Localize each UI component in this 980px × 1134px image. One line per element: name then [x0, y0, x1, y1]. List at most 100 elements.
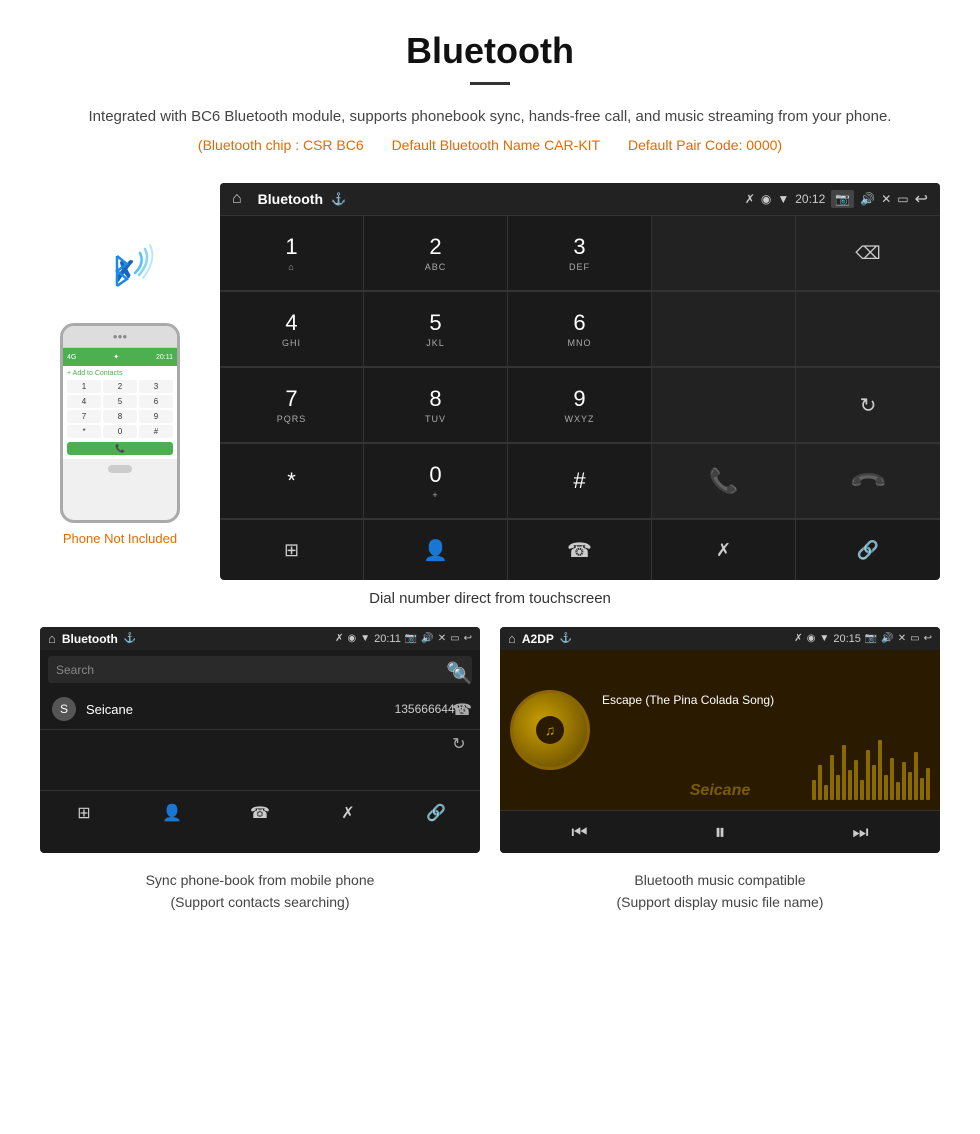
pb-usb-icon: ⚓	[124, 633, 136, 644]
dialpad-grid-icon[interactable]: ⊞	[220, 520, 364, 580]
eq-bar-15	[896, 782, 900, 800]
dial-key-9[interactable]: 9WXYZ	[508, 368, 652, 443]
pb-camera-icon[interactable]: 📷	[405, 633, 417, 644]
music-wifi-icon: ▼	[819, 633, 829, 644]
pb-btn-contacts[interactable]: 👤	[128, 799, 216, 827]
pb-btn-bluetooth[interactable]: ✗	[304, 799, 392, 827]
eq-bar-8	[854, 760, 858, 800]
eq-bar-12	[878, 740, 882, 800]
pb-sidebar-refresh-icon[interactable]: ↻	[452, 734, 472, 754]
dialpad-phone-icon[interactable]: ☎	[508, 520, 652, 580]
eq-bar-10	[866, 750, 870, 800]
eq-bar-19	[920, 778, 924, 800]
music-location-icon: ◉	[807, 633, 816, 644]
home-icon[interactable]: ⌂	[232, 190, 242, 208]
pb-x-icon[interactable]: ✕	[438, 633, 446, 644]
music-album-inner: ♫	[536, 716, 564, 744]
phone-aside: ✗ ●●● 4G✦20:11 + Add to Contacts	[40, 183, 200, 546]
specs-line: (Bluetooth chip : CSR BC6 Default Blueto…	[40, 137, 940, 153]
phone-status-bar: 4G✦20:11	[63, 348, 177, 366]
phone-key-3: 3	[139, 380, 173, 393]
phone-key-5: 5	[103, 395, 137, 408]
dial-refresh[interactable]: ↻	[796, 368, 940, 443]
eq-bar-18	[914, 752, 918, 800]
dialpad-link-icon[interactable]: 🔗	[796, 520, 940, 580]
dialpad-bluetooth-icon[interactable]: ✗	[652, 520, 796, 580]
volume-icon[interactable]: 🔊	[860, 192, 875, 206]
pb-home-icon[interactable]: ⌂	[48, 631, 56, 646]
phone-home-button	[108, 465, 132, 473]
camera-icon[interactable]: 📷	[831, 190, 854, 208]
phone-key-4: 4	[67, 395, 101, 408]
pb-vol-icon[interactable]: 🔊	[421, 633, 433, 644]
dialpad-grid: 1⌂ 2ABC 3DEF ⌫ 4GHI 5JKL 6MNO 7PQRS	[220, 216, 940, 580]
statusbar-left: ⌂ Bluetooth ⚓	[232, 190, 346, 208]
pb-btn-link[interactable]: 🔗	[392, 799, 480, 827]
phone-top-bar: ●●●	[63, 326, 177, 348]
music-camera-icon[interactable]: 📷	[865, 633, 877, 644]
bluetooth-status-icon: ✗	[745, 192, 755, 206]
split-icon[interactable]: ▭	[897, 192, 908, 206]
dial-key-2[interactable]: 2ABC	[364, 216, 508, 291]
dial-key-hash[interactable]: #	[508, 444, 652, 519]
pb-sidebar-phone-icon[interactable]: ☎	[452, 700, 472, 720]
page-description: Integrated with BC6 Bluetooth module, su…	[40, 105, 940, 129]
caption-phonebook: Sync phone-book from mobile phone (Suppo…	[40, 869, 480, 914]
dial-key-1[interactable]: 1⌂	[220, 216, 364, 291]
pb-btn-grid[interactable]: ⊞	[40, 799, 128, 827]
pb-search-bar[interactable]: Search 🔍	[48, 656, 472, 683]
phone-key-0: 0	[103, 425, 137, 438]
dialpad-contacts-icon[interactable]: 👤	[364, 520, 508, 580]
dial-key-7[interactable]: 7PQRS	[220, 368, 364, 443]
music-statusbar: ⌂ A2DP ⚓ ✗ ◉ ▼ 20:15 📷 🔊 ✕ ▭ ↩	[500, 627, 940, 650]
eq-bar-9	[860, 780, 864, 800]
pb-back-icon[interactable]: ↩	[464, 633, 472, 644]
dial-key-4[interactable]: 4GHI	[220, 292, 364, 367]
phone-key-7: 7	[67, 410, 101, 423]
pb-sidebar-search-icon[interactable]: 🔍	[452, 666, 472, 686]
pb-btn-phone[interactable]: ☎	[216, 799, 304, 827]
eq-bar-20	[926, 768, 930, 800]
music-rect-icon[interactable]: ▭	[910, 633, 919, 644]
pb-contact-row[interactable]: S Seicane 13566664466	[40, 689, 480, 730]
dial-key-8[interactable]: 8TUV	[364, 368, 508, 443]
eq-bar-2	[818, 765, 822, 800]
pb-rect-icon[interactable]: ▭	[450, 633, 459, 644]
title-divider	[470, 82, 510, 85]
music-vol-icon[interactable]: 🔊	[881, 633, 893, 644]
music-x-icon[interactable]: ✕	[898, 633, 906, 644]
music-equalizer	[812, 740, 930, 800]
dial-key-6[interactable]: 6MNO	[508, 292, 652, 367]
music-controls: ⏮ ⏸ ⏭	[500, 810, 940, 853]
dial-key-3[interactable]: 3DEF	[508, 216, 652, 291]
eq-bar-14	[890, 758, 894, 800]
dial-key-star[interactable]: *	[220, 444, 364, 519]
dial-key-5[interactable]: 5JKL	[364, 292, 508, 367]
dial-empty-4	[652, 368, 796, 443]
phone-mockup: ●●● 4G✦20:11 + Add to Contacts 1 2 3 4 5…	[60, 323, 180, 523]
phone-screen-content: + Add to Contacts 1 2 3 4 5 6 7 8 9 * 0 …	[63, 366, 177, 459]
dial-call-green[interactable]: 📞	[652, 444, 796, 519]
caption-music-line2: (Support display music file name)	[617, 894, 824, 910]
music-home-icon[interactable]: ⌂	[508, 631, 516, 646]
dial-backspace[interactable]: ⌫	[796, 216, 940, 291]
caption-phonebook-line1: Sync phone-book from mobile phone	[146, 872, 375, 888]
music-time: 20:15	[833, 633, 861, 645]
phone-key-6: 6	[139, 395, 173, 408]
dial-call-red[interactable]: 📞	[796, 444, 940, 519]
close-icon[interactable]: ✕	[881, 192, 891, 206]
eq-bar-17	[908, 772, 912, 800]
back-icon[interactable]: ↩	[915, 189, 928, 209]
music-play-pause-icon[interactable]: ⏸	[714, 819, 725, 845]
phone-key-2: 2	[103, 380, 137, 393]
dialpad-statusbar: ⌂ Bluetooth ⚓ ✗ ◉ ▼ 20:12 📷 🔊 ✕ ▭ ↩	[220, 183, 940, 216]
phone-key-1: 1	[67, 380, 101, 393]
bluetooth-waves-icon: ✗	[85, 243, 155, 303]
eq-bar-3	[824, 785, 828, 800]
music-next-icon[interactable]: ⏭	[852, 822, 868, 843]
dial-key-0[interactable]: 0+	[364, 444, 508, 519]
music-back-icon[interactable]: ↩	[924, 633, 932, 644]
usb-icon: ⚓	[331, 192, 346, 206]
music-prev-icon[interactable]: ⏮	[571, 822, 587, 843]
statusbar-title: Bluetooth	[258, 191, 323, 207]
